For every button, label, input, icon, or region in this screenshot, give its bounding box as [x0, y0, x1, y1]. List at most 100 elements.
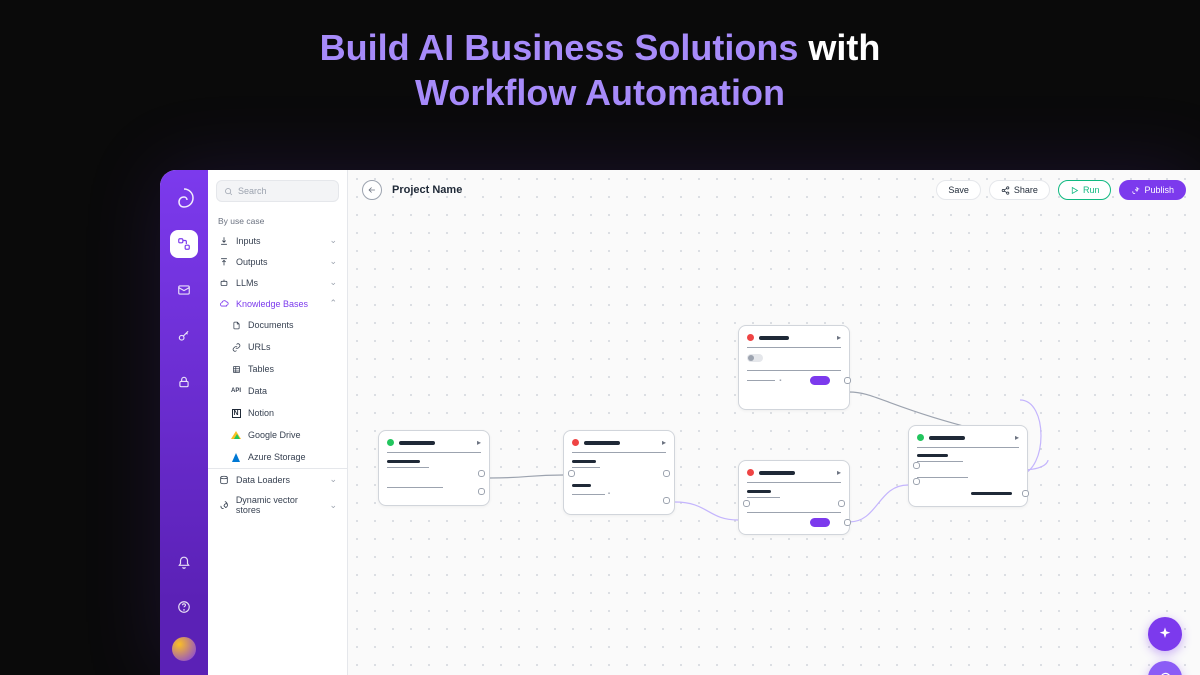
kb-label: URLs [248, 342, 271, 352]
project-title: Project Name [392, 184, 462, 196]
rail-inbox-icon[interactable] [170, 276, 198, 304]
arrow-left-icon [367, 185, 377, 195]
category-knowledge-bases[interactable]: Knowledge Bases ⌃ [208, 293, 347, 314]
category-outputs[interactable]: Outputs ⌄ [208, 251, 347, 272]
rail-help-icon[interactable] [170, 593, 198, 621]
azure-icon [230, 451, 242, 463]
app-logo-icon [170, 184, 198, 212]
output-port[interactable] [844, 519, 851, 526]
database-icon [218, 475, 230, 485]
workflow-node[interactable]: ▸ ▪ [738, 325, 850, 410]
chevron-down-icon: ⌄ [329, 256, 337, 267]
api-icon: API [230, 385, 242, 397]
document-icon [230, 319, 242, 331]
input-port[interactable] [743, 500, 750, 507]
category-label: Knowledge Bases [236, 299, 308, 309]
fab-chat[interactable] [1148, 661, 1182, 675]
section-label: By use case [208, 208, 347, 230]
share-icon [1001, 186, 1010, 195]
run-button[interactable]: Run [1058, 180, 1112, 200]
headline-accent-2: Workflow Automation [415, 72, 785, 113]
google-drive-icon [230, 429, 242, 441]
workflow-node[interactable]: ▸ [378, 430, 490, 506]
output-port[interactable] [838, 500, 845, 507]
node-expand-icon: ▸ [662, 438, 666, 447]
rocket-icon [218, 500, 230, 510]
output-port[interactable] [663, 470, 670, 477]
input-port[interactable] [568, 470, 575, 477]
output-port[interactable] [663, 497, 670, 504]
category-label: Data Loaders [236, 475, 290, 485]
chevron-down-icon: ⌄ [329, 277, 337, 288]
search-placeholder: Search [238, 186, 267, 196]
rail-lock-icon[interactable] [170, 368, 198, 396]
kb-azure-storage[interactable]: Azure Storage [208, 446, 347, 469]
download-icon [218, 236, 230, 246]
headline-accent-1: Build AI Business Solutions [320, 27, 799, 68]
kb-documents[interactable]: Documents [208, 314, 347, 336]
node-chip[interactable] [810, 518, 830, 527]
category-label: Outputs [236, 257, 268, 267]
category-dynamic-vector-stores[interactable]: Dynamic vector stores ⌄ [208, 490, 347, 520]
rail-bell-icon[interactable] [170, 549, 198, 577]
output-port[interactable] [478, 470, 485, 477]
node-expand-icon: ▸ [477, 438, 481, 447]
workflow-canvas[interactable]: Project Name Save Share Run Publish [348, 170, 1200, 675]
rocket-icon [1131, 186, 1140, 195]
notion-icon: N [230, 407, 242, 419]
search-input[interactable]: Search [216, 180, 339, 202]
node-chip[interactable] [810, 376, 830, 385]
kb-tables[interactable]: Tables [208, 358, 347, 380]
workflow-node[interactable]: ▸ ▪ [563, 430, 675, 515]
link-icon [230, 341, 242, 353]
publish-button[interactable]: Publish [1119, 180, 1186, 200]
kb-notion[interactable]: N Notion [208, 402, 347, 424]
play-icon [1070, 186, 1079, 195]
fab-add-node[interactable] [1148, 617, 1182, 651]
workflow-node[interactable]: ▸ [738, 460, 850, 535]
chevron-down-icon: ⌄ [329, 474, 337, 485]
category-llms[interactable]: LLMs ⌄ [208, 272, 347, 293]
kb-label: Google Drive [248, 430, 301, 440]
kb-label: Tables [248, 364, 274, 374]
kb-data[interactable]: API Data [208, 380, 347, 402]
status-dot-red [747, 334, 754, 341]
upload-icon [218, 257, 230, 267]
category-data-loaders[interactable]: Data Loaders ⌄ [208, 469, 347, 490]
rail-workflows-icon[interactable] [170, 230, 198, 258]
back-button[interactable] [362, 180, 382, 200]
kb-label: Data [248, 386, 267, 396]
chevron-down-icon: ⌄ [329, 235, 337, 246]
robot-icon [218, 278, 230, 288]
share-button[interactable]: Share [989, 180, 1050, 200]
chat-icon [1158, 671, 1172, 675]
status-dot-green [917, 434, 924, 441]
input-port[interactable] [913, 478, 920, 485]
status-dot-red [747, 469, 754, 476]
input-port[interactable] [913, 462, 920, 469]
nav-rail [160, 170, 208, 675]
output-port[interactable] [1022, 490, 1029, 497]
output-port[interactable] [844, 377, 851, 384]
category-label: Inputs [236, 236, 261, 246]
chevron-down-icon: ⌄ [329, 500, 337, 511]
headline: Build AI Business Solutions with Workflo… [0, 0, 1200, 135]
category-inputs[interactable]: Inputs ⌄ [208, 230, 347, 251]
workflow-node[interactable]: ▸ [908, 425, 1028, 507]
sparkle-icon [1157, 626, 1173, 642]
kb-urls[interactable]: URLs [208, 336, 347, 358]
canvas-topbar: Project Name Save Share Run Publish [348, 170, 1200, 210]
toggle-switch[interactable] [747, 354, 763, 362]
kb-label: Notion [248, 408, 274, 418]
node-expand-icon: ▸ [1015, 433, 1019, 442]
rail-keys-icon[interactable] [170, 322, 198, 350]
app-window: Search By use case Inputs ⌄ Outputs ⌄ LL… [160, 170, 1200, 675]
kb-google-drive[interactable]: Google Drive [208, 424, 347, 446]
component-panel: Search By use case Inputs ⌄ Outputs ⌄ LL… [208, 170, 348, 675]
save-button[interactable]: Save [936, 180, 981, 200]
cloud-icon [218, 299, 230, 309]
output-port[interactable] [478, 488, 485, 495]
kb-label: Azure Storage [248, 452, 306, 462]
connection-wires [348, 170, 1200, 675]
rail-avatar[interactable] [172, 637, 196, 661]
